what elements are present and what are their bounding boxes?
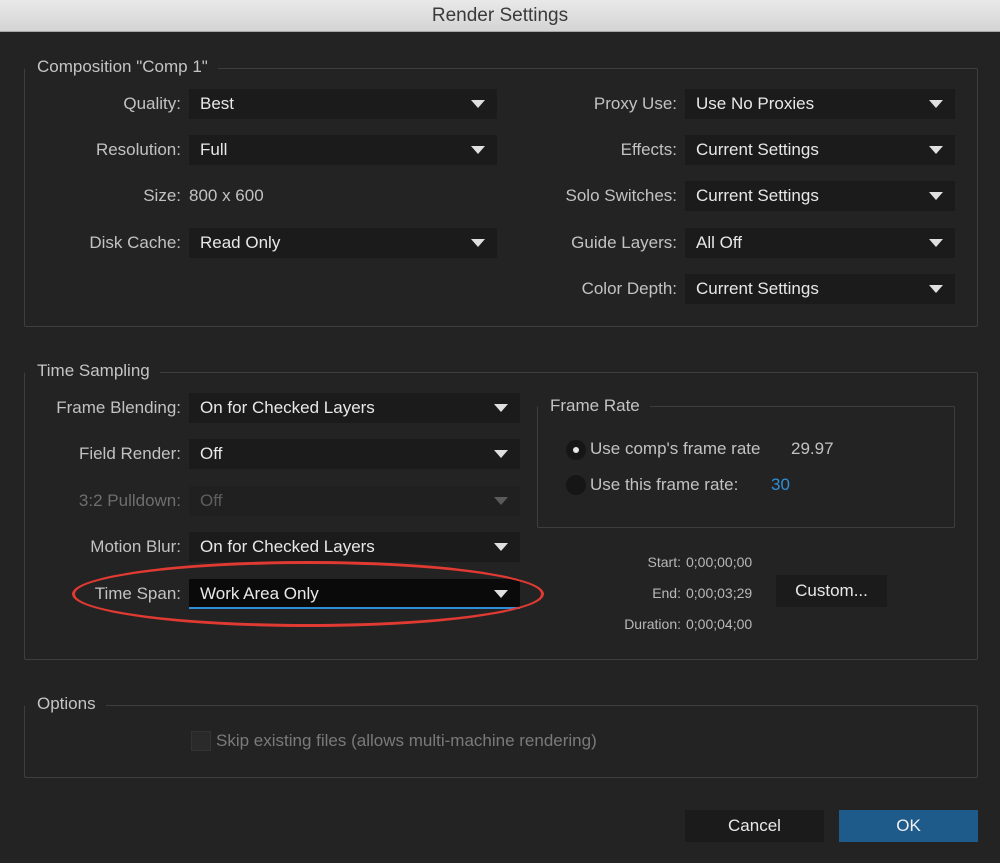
chevron-down-icon bbox=[929, 100, 943, 108]
color-depth-label: Color Depth: bbox=[581, 279, 677, 298]
disk-cache-label: Disk Cache: bbox=[89, 233, 181, 252]
options-group-title: Options bbox=[25, 694, 106, 714]
this-frame-rate-value[interactable]: 30 bbox=[771, 470, 790, 500]
color-depth-value: Current Settings bbox=[696, 279, 819, 298]
skip-existing-files-label[interactable]: Skip existing files (allows multi-machin… bbox=[216, 726, 597, 756]
highlight-circle bbox=[72, 561, 544, 627]
chevron-down-icon bbox=[494, 497, 508, 505]
frame-blending-label: Frame Blending: bbox=[56, 398, 181, 417]
end-value: 0;00;03;29 bbox=[686, 585, 753, 601]
frame-blending-value: On for Checked Layers bbox=[200, 398, 375, 417]
composition-group-title: Composition "Comp 1" bbox=[25, 57, 218, 77]
effects-label: Effects: bbox=[620, 140, 677, 159]
chevron-down-icon bbox=[471, 239, 485, 247]
guide-layers-label: Guide Layers: bbox=[571, 233, 677, 252]
frame-rate-group-title: Frame Rate bbox=[538, 396, 650, 416]
color-depth-dropdown[interactable]: Current Settings bbox=[685, 274, 955, 304]
chevron-down-icon bbox=[494, 404, 508, 412]
motion-blur-label: Motion Blur: bbox=[90, 537, 181, 556]
custom-button[interactable]: Custom... bbox=[776, 575, 887, 607]
chevron-down-icon bbox=[929, 239, 943, 247]
proxy-use-value: Use No Proxies bbox=[696, 94, 815, 113]
effects-dropdown[interactable]: Current Settings bbox=[685, 135, 955, 165]
pulldown-value: Off bbox=[200, 491, 223, 510]
time-sampling-group-title: Time Sampling bbox=[25, 361, 160, 381]
quality-value: Best bbox=[200, 94, 235, 113]
resolution-label: Resolution: bbox=[95, 140, 181, 159]
chevron-down-icon bbox=[494, 543, 508, 551]
proxy-use-label: Proxy Use: bbox=[593, 94, 677, 113]
chevron-down-icon bbox=[494, 450, 508, 458]
size-label: Size: bbox=[143, 186, 181, 205]
duration-label: Duration: bbox=[624, 616, 681, 632]
motion-blur-dropdown[interactable]: On for Checked Layers bbox=[189, 532, 520, 562]
effects-value: Current Settings bbox=[696, 140, 819, 159]
disk-cache-value: Read Only bbox=[200, 233, 281, 252]
duration-value: 0;00;04;00 bbox=[686, 616, 753, 632]
solo-switches-value: Current Settings bbox=[696, 186, 819, 205]
field-render-label: Field Render: bbox=[78, 444, 181, 463]
comp-frame-rate-value: 29.97 bbox=[791, 439, 834, 458]
use-this-frame-rate-radio[interactable] bbox=[566, 475, 586, 495]
proxy-use-dropdown[interactable]: Use No Proxies bbox=[685, 89, 955, 119]
resolution-dropdown[interactable]: Full bbox=[189, 135, 497, 165]
guide-layers-dropdown[interactable]: All Off bbox=[685, 228, 955, 258]
guide-layers-value: All Off bbox=[696, 233, 742, 252]
chevron-down-icon bbox=[471, 100, 485, 108]
disk-cache-dropdown[interactable]: Read Only bbox=[189, 228, 497, 258]
window-title-bar: Render Settings bbox=[0, 0, 1000, 32]
field-render-dropdown[interactable]: Off bbox=[189, 439, 520, 469]
chevron-down-icon bbox=[929, 285, 943, 293]
chevron-down-icon bbox=[471, 146, 485, 154]
quality-dropdown[interactable]: Best bbox=[189, 89, 497, 119]
pulldown-dropdown: Off bbox=[189, 486, 520, 516]
ok-button[interactable]: OK bbox=[839, 810, 978, 842]
use-comp-frame-rate-label[interactable]: Use comp's frame rate bbox=[590, 434, 760, 464]
quality-label: Quality: bbox=[123, 94, 181, 113]
start-value: 0;00;00;00 bbox=[686, 554, 753, 570]
skip-existing-files-checkbox[interactable] bbox=[191, 731, 211, 751]
pulldown-label: 3:2 Pulldown: bbox=[78, 491, 181, 510]
frame-blending-dropdown[interactable]: On for Checked Layers bbox=[189, 393, 520, 423]
window-title: Render Settings bbox=[431, 5, 569, 26]
resolution-value: Full bbox=[200, 140, 228, 159]
end-label: End: bbox=[652, 585, 681, 601]
chevron-down-icon bbox=[929, 146, 943, 154]
solo-switches-dropdown[interactable]: Current Settings bbox=[685, 181, 955, 211]
solo-switches-label: Solo Switches: bbox=[565, 186, 678, 205]
size-value: 800 x 600 bbox=[189, 186, 264, 205]
chevron-down-icon bbox=[929, 192, 943, 200]
frame-rate-group bbox=[537, 406, 955, 528]
motion-blur-value: On for Checked Layers bbox=[200, 537, 375, 556]
radio-selected-dot bbox=[573, 447, 579, 453]
use-comp-frame-rate-radio[interactable] bbox=[566, 440, 586, 460]
start-label: Start: bbox=[647, 554, 681, 570]
field-render-value: Off bbox=[200, 444, 223, 463]
use-this-frame-rate-label[interactable]: Use this frame rate: bbox=[590, 470, 738, 500]
cancel-button[interactable]: Cancel bbox=[685, 810, 824, 842]
